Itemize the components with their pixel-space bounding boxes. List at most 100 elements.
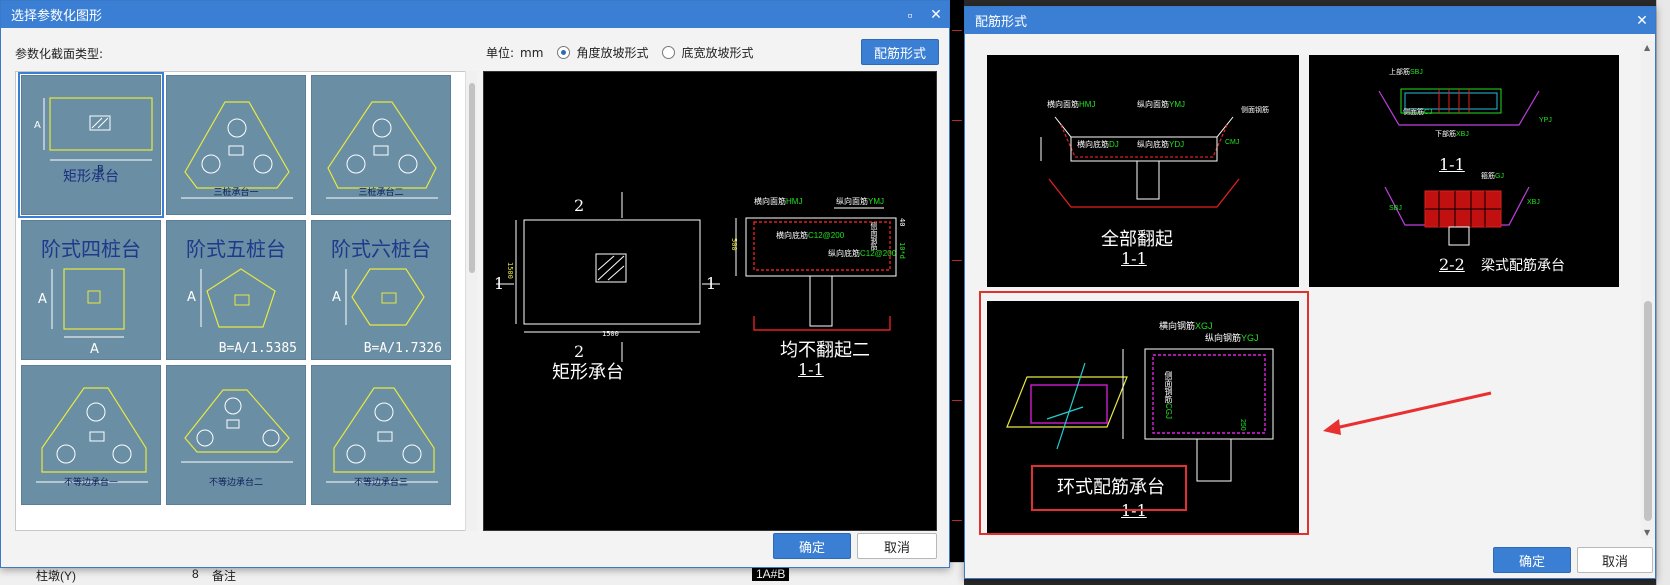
card-label: CMJ [1225, 139, 1240, 146]
tile-label: 不等边承台三 [353, 477, 408, 487]
section-title: 均不翻起二 [780, 340, 870, 361]
rebar-label: 横向底筋C12@200 [776, 231, 845, 240]
rect-cap-drawing: A B [34, 97, 153, 175]
rebar-label: 横向面筋HMJ [754, 197, 803, 206]
tile-unequal-cap-1[interactable]: 不等边承台一 [21, 365, 161, 505]
preview-shape-label: 矩形承台 [552, 362, 624, 383]
dialog-title: 配筋形式 [975, 14, 1028, 29]
shape-gallery: A B 矩形承台 三桩承台一 三桩承台二 A A 阶式四桩台 A 阶式五桩台 B… [15, 71, 477, 531]
section-mark-left: 1 [494, 274, 505, 293]
tile-label: 阶式四桩台 [41, 237, 141, 261]
bg-item[interactable]: 柱墩(Y) [36, 567, 76, 584]
tile-three-pile-cap-1[interactable]: 三桩承台一 [166, 75, 306, 215]
background-right-edge [1656, 0, 1670, 585]
tile-unequal-cap-3[interactable]: 不等边承台三 [311, 365, 451, 505]
tile-rect-cap[interactable]: A B 矩形承台 [18, 72, 164, 218]
dialog-titlebar: 选择参数化图形 ▫ ✕ [1, 1, 949, 28]
maximize-icon[interactable]: ▫ [897, 1, 923, 28]
tile-label: 不等边承台二 [208, 477, 263, 487]
tile-label: 不等边承台一 [63, 477, 118, 487]
card-sub: 1-1 [1121, 249, 1147, 268]
card-all-bent-up[interactable]: 横向面筋HMJ 纵向面筋YMJ 横向底筋DJ 纵向底筋YDJ CMJ 侧面钢筋 … [987, 55, 1299, 287]
card-label: 横向面筋HMJ [1047, 100, 1096, 109]
dim-a: A [90, 342, 99, 357]
card-label: 箍筋GJ [1481, 173, 1504, 180]
unit-row: 单位: mm 角度放坡形式 底宽放坡形式 [486, 44, 753, 61]
radio-angle-slope-label[interactable]: 角度放坡形式 [576, 44, 648, 61]
gallery-scrollbar[interactable] [465, 71, 477, 531]
radio-bottom-width-slope-label[interactable]: 底宽放坡形式 [681, 44, 753, 61]
scroll-down-icon[interactable]: ▼ [1644, 528, 1650, 537]
tile-label: 矩形承台 [63, 169, 119, 185]
dim-a: A [38, 292, 47, 307]
rebar-label: 纵向面筋YMJ [836, 197, 884, 206]
close-icon[interactable]: ✕ [1629, 7, 1655, 34]
rebar-form-dialog: 配筋形式 ✕ 横向面筋HMJ 纵向面筋YMJ 横向底筋DJ 纵向底筋YDJ CM… [964, 6, 1656, 579]
dialog-titlebar: 配筋形式 ✕ [965, 7, 1655, 34]
cad-line [952, 400, 962, 401]
bg-item: 1A#B [752, 567, 790, 581]
dialog-title: 选择参数化图形 [11, 8, 103, 23]
radio-bottom-width-slope[interactable] [662, 46, 676, 59]
tile-formula: B=A/1.7326 [363, 341, 442, 356]
card-beam-type[interactable]: 上部筋SBJ 侧面筋CJ 下部筋XBJ YPJ XBJ 箍筋GJ SBJ 1-1… [1309, 55, 1619, 287]
close-icon[interactable]: ✕ [923, 1, 949, 28]
scrollbar-thumb[interactable] [469, 83, 475, 273]
tile-label: 阶式五桩台 [186, 237, 286, 261]
tile-step-five-pile[interactable]: A 阶式五桩台 B=A/1.5385 [166, 220, 306, 360]
tile-step-four-pile[interactable]: A A 阶式四桩台 [21, 220, 161, 360]
callout-frame [1031, 465, 1187, 511]
tile-label: 三桩承台一 [213, 187, 259, 197]
card-label: SBJ [1389, 205, 1402, 212]
card-label: 侧面筋CJ [1403, 109, 1433, 116]
tile-unequal-cap-2[interactable]: 不等边承台二 [166, 365, 306, 505]
rebar-label: 纵向底筋C12@200 [828, 249, 897, 258]
section-sub: 1-1 [798, 360, 824, 379]
dim-anchor: 10*d [898, 242, 906, 259]
ok-button[interactable]: 确定 [773, 533, 851, 559]
rebar-form-grid: 横向面筋HMJ 纵向面筋YMJ 横向底筋DJ 纵向底筋YDJ CMJ 侧面钢筋 … [971, 41, 1637, 539]
rebar-form-button[interactable]: 配筋形式 [861, 39, 939, 65]
tile-label: 阶式六桩台 [331, 237, 431, 261]
card-sub-b: 2-2 [1439, 255, 1465, 274]
tile-three-pile-cap-2[interactable]: 三桩承台二 [311, 75, 451, 215]
card-label: 纵向面筋YMJ [1137, 100, 1185, 109]
cancel-button[interactable]: 取消 [1577, 547, 1653, 573]
ok-button[interactable]: 确定 [1493, 547, 1571, 573]
unit-value: mm [520, 45, 544, 60]
dim-a: A [34, 120, 41, 131]
section-mark-top: 2 [574, 196, 585, 215]
radio-angle-slope[interactable] [557, 46, 571, 59]
cad-line [952, 30, 962, 31]
tile-label: 三桩承台二 [358, 187, 404, 197]
arrow-icon [1323, 391, 1492, 435]
dim-height: 1500 [506, 262, 514, 279]
section-type-label: 参数化截面类型: [15, 47, 104, 61]
cad-line [952, 120, 962, 121]
tile-step-six-pile[interactable]: A 阶式六桩台 B=A/1.7326 [311, 220, 451, 360]
unit-label: 单位: [486, 46, 515, 60]
dim-width: 1500 [602, 330, 619, 338]
cancel-button[interactable]: 取消 [857, 533, 937, 559]
card-title: 梁式配筋承台 [1481, 258, 1565, 274]
cad-line [952, 520, 962, 521]
bg-item: 8 [192, 567, 199, 581]
card-label: 侧面钢筋 [1241, 107, 1269, 114]
section-mark-right: 1 [706, 274, 717, 293]
card-label: YPJ [1539, 117, 1552, 124]
rebar-label: 侧面钢筋 [870, 222, 877, 250]
dim-a: A [187, 290, 196, 305]
bg-item: 备注 [212, 569, 237, 583]
dim-depth: 500 [730, 238, 738, 251]
rebar-form-scrollbar[interactable]: ▲ ▼ [1641, 41, 1655, 539]
scroll-up-icon[interactable]: ▲ [1644, 43, 1650, 52]
preview-drawing [496, 192, 897, 362]
dim-a: A [332, 290, 341, 305]
tile-formula: B=A/1.5385 [218, 341, 297, 356]
card-sub-a: 1-1 [1439, 155, 1465, 174]
select-parametric-shape-dialog: 选择参数化图形 ▫ ✕ 参数化截面类型: 单位: mm 角度放坡形式 底宽放坡形… [0, 0, 950, 568]
card-label: 上部筋SBJ [1389, 69, 1423, 76]
cad-line [952, 260, 962, 261]
shape-preview: 2 2 1 1 1500 1500 矩形承台 横向面筋HMJ 纵向面筋YMJ 横… [483, 71, 937, 531]
scrollbar-thumb[interactable] [1644, 301, 1652, 521]
